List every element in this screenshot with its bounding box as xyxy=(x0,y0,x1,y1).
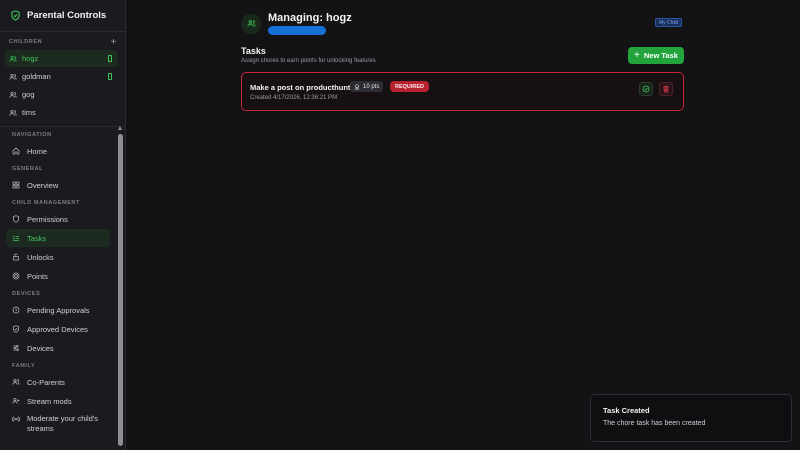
my-child-badge: My Child xyxy=(655,18,683,27)
nav-item-label: Devices xyxy=(27,343,54,353)
nav-item-unlocks[interactable]: Unlocks xyxy=(6,248,110,266)
users-icon xyxy=(12,379,20,385)
users-icon xyxy=(9,73,17,80)
add-child-button[interactable]: + xyxy=(111,37,117,48)
child-name: gog xyxy=(22,90,35,99)
nav-item-label: Overview xyxy=(27,180,59,190)
nav-item-permissions[interactable]: Permissions xyxy=(6,210,110,228)
new-task-label: New Task xyxy=(643,51,678,60)
child-name: hogz xyxy=(22,54,39,63)
nav-section-general: GENERAL xyxy=(12,166,44,172)
nav-item-label: Home xyxy=(27,146,48,156)
delete-task-button[interactable] xyxy=(659,82,673,96)
redacted-text xyxy=(268,26,326,35)
clock-icon xyxy=(12,306,20,314)
task-name: Make a post on producthunt xyxy=(250,83,351,92)
nav-item-label: Tasks xyxy=(27,233,47,243)
users-icon xyxy=(247,20,255,27)
nav-item-home[interactable]: Home xyxy=(6,142,110,160)
points-badge: 10 pts xyxy=(350,81,384,92)
nav-section-navigation: NAVIGATION xyxy=(12,132,52,138)
child-name: goldman xyxy=(22,72,51,81)
user-plus-icon xyxy=(12,398,20,404)
shield-icon xyxy=(11,10,20,21)
nav-item-label: Points xyxy=(27,271,48,281)
sliders-icon xyxy=(13,344,19,352)
plus-icon: + xyxy=(634,49,640,61)
task-card: Make a post on producthunt 10 pts REQUIR… xyxy=(241,72,684,111)
child-item-goldman[interactable]: goldman xyxy=(5,68,118,85)
nav-item-label: Approved Devices xyxy=(27,324,88,334)
shield-check-icon xyxy=(12,325,20,333)
nav-item-label: Permissions xyxy=(27,214,68,224)
brand-title: Parental Controls xyxy=(27,10,107,21)
toast-notification: Task Created The chore task has been cre… xyxy=(590,394,792,442)
nav-item-pending-approvals[interactable]: Pending Approvals xyxy=(6,301,110,319)
main-content: Managing: hogz My Child Tasks Assign cho… xyxy=(127,0,800,450)
nav-section-family: FAMILY xyxy=(12,363,36,369)
trash-icon xyxy=(663,85,669,93)
shield-icon xyxy=(12,215,20,223)
nav-scroll-area: NAVIGATION Home GENERAL Overview CHILD M… xyxy=(0,126,125,450)
nav-section-child-management: CHILD MANAGEMENT xyxy=(12,200,80,206)
lock-open-icon xyxy=(12,253,20,261)
nav-item-overview[interactable]: Overview xyxy=(6,176,110,194)
complete-task-button[interactable] xyxy=(639,82,653,96)
users-icon xyxy=(9,91,17,98)
required-badge: REQUIRED xyxy=(390,81,430,92)
nav-item-moderate-streams[interactable]: Moderate your child's streams xyxy=(6,411,110,433)
child-item-hogz[interactable]: hogz xyxy=(5,50,118,67)
nav-item-co-parents[interactable]: Co-Parents xyxy=(6,373,110,391)
scroll-thumb[interactable] xyxy=(118,134,123,446)
grid-icon xyxy=(12,181,20,189)
broadcast-icon xyxy=(12,416,20,422)
sidebar: Parental Controls CHILDREN + hogz goldma… xyxy=(0,0,126,450)
users-icon xyxy=(9,55,17,62)
nav-item-label: Pending Approvals xyxy=(27,305,90,315)
nav-item-label: Unlocks xyxy=(27,252,54,262)
toast-message: The chore task has been created xyxy=(603,420,706,427)
nav-item-approved-devices[interactable]: Approved Devices xyxy=(6,320,110,338)
nav-item-label: Co-Parents xyxy=(27,377,65,387)
coin-icon xyxy=(12,272,20,280)
home-icon xyxy=(12,147,20,155)
header-text: Managing: hogz xyxy=(268,12,352,35)
children-header: CHILDREN + xyxy=(0,35,125,49)
new-task-button[interactable]: + New Task xyxy=(628,47,684,64)
nav-item-points[interactable]: Points xyxy=(6,267,110,285)
phone-icon xyxy=(108,55,112,62)
sidebar-scrollbar[interactable] xyxy=(118,126,123,450)
avatar xyxy=(241,13,261,34)
tasks-title: Tasks xyxy=(241,46,266,56)
nav-section-devices: DEVICES xyxy=(12,291,41,297)
nav-item-tasks[interactable]: Tasks xyxy=(6,229,110,247)
nav-item-stream-mods[interactable]: Stream mods xyxy=(6,392,110,410)
users-icon xyxy=(9,109,17,116)
brand: Parental Controls xyxy=(0,0,125,32)
children-header-label: CHILDREN xyxy=(9,39,43,45)
award-icon xyxy=(355,83,359,90)
toast-title: Task Created xyxy=(603,406,650,415)
scroll-up-arrow[interactable] xyxy=(118,126,122,130)
phone-icon xyxy=(108,73,112,80)
page-header: Managing: hogz xyxy=(241,12,352,35)
check-circle-icon xyxy=(642,85,650,93)
nav-item-label: Moderate your child's streams xyxy=(27,414,99,433)
points-value: 10 pts xyxy=(363,83,380,90)
child-item-tims[interactable]: tims xyxy=(5,104,118,121)
child-name: tims xyxy=(22,108,36,117)
page-title: Managing: hogz xyxy=(268,12,352,24)
nav-item-devices[interactable]: Devices xyxy=(6,339,110,357)
child-item-gog[interactable]: gog xyxy=(5,86,118,103)
list-check-icon xyxy=(12,235,19,242)
tasks-subtitle: Assign chores to earn points for unlocki… xyxy=(241,58,376,64)
task-created-timestamp: Created 4/17/2026, 12:36:21 PM xyxy=(250,95,338,101)
nav-item-label: Stream mods xyxy=(27,396,72,406)
